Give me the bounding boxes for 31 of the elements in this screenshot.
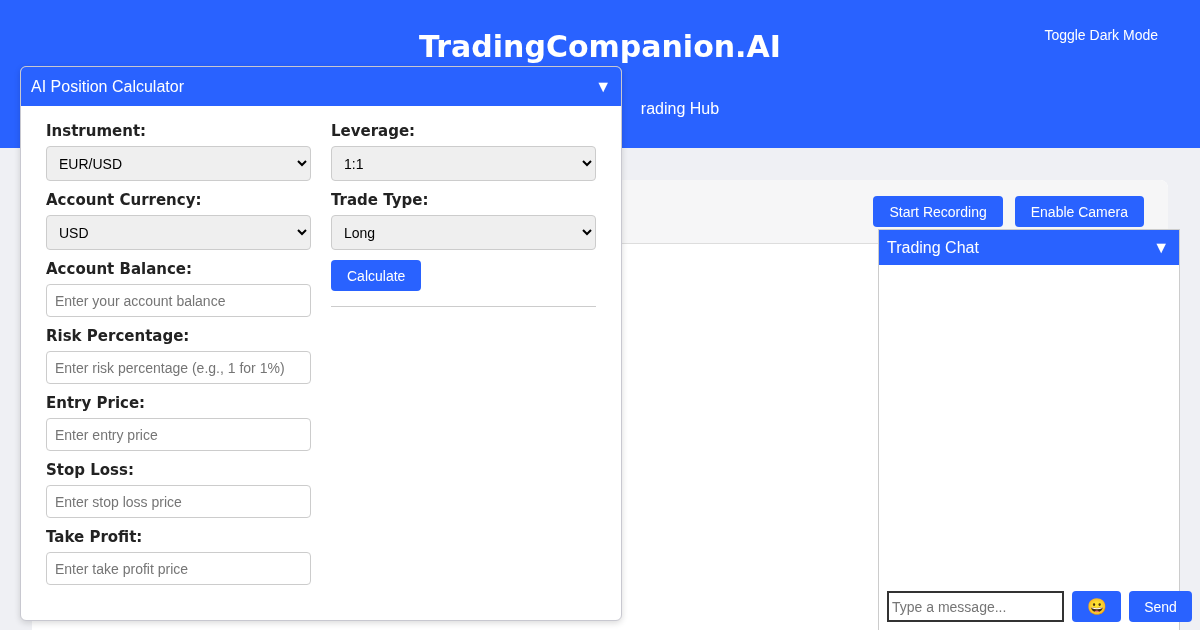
select-field[interactable]: Long bbox=[331, 215, 596, 250]
field-label: Account Currency: bbox=[46, 191, 203, 209]
select-field[interactable]: 1:1 bbox=[331, 146, 596, 181]
field-label: Leverage: bbox=[331, 122, 417, 140]
field-label: Entry Price: bbox=[46, 394, 147, 412]
input-field[interactable]: Enter stop loss price bbox=[46, 485, 311, 518]
chat-title: Trading Chat bbox=[887, 238, 979, 257]
field-label: Account Balance: bbox=[46, 260, 193, 278]
select-field[interactable]: EUR/USD bbox=[46, 146, 311, 181]
field-label: Instrument: bbox=[46, 122, 148, 140]
site-title: TradingCompanion.AI bbox=[419, 30, 781, 64]
emoji-button[interactable]: 😀 bbox=[1072, 591, 1121, 622]
select-field[interactable]: USD bbox=[46, 215, 311, 250]
send-button[interactable]: Send bbox=[1129, 591, 1192, 622]
dark-mode-toggle[interactable]: Toggle Dark Mode bbox=[1038, 26, 1164, 44]
input-field[interactable]: Enter your account balance bbox=[46, 284, 311, 317]
input-field[interactable]: Enter take profit price bbox=[46, 552, 311, 585]
field-label: Risk Percentage: bbox=[46, 327, 191, 345]
site-subtitle: rading Hub bbox=[640, 100, 720, 118]
field-label: Trade Type: bbox=[331, 191, 430, 209]
collapse-button[interactable]: ▼ bbox=[595, 77, 611, 96]
input-field[interactable]: Enter risk percentage (e.g., 1 for 1%) bbox=[46, 351, 311, 384]
calculate-button[interactable]: Calculate bbox=[331, 260, 422, 291]
toolbar-button[interactable]: Start Recording bbox=[873, 196, 1003, 227]
message-input[interactable]: Type a message... bbox=[887, 591, 1064, 622]
toolbar-button[interactable]: Enable Camera bbox=[1014, 196, 1144, 227]
calculator-title: AI Position Calculator bbox=[31, 77, 184, 96]
field-label: Take Profit: bbox=[46, 528, 144, 546]
input-field[interactable]: Enter entry price bbox=[46, 418, 311, 451]
collapse-button[interactable]: ▼ bbox=[1153, 238, 1169, 257]
field-label: Stop Loss: bbox=[46, 461, 135, 479]
